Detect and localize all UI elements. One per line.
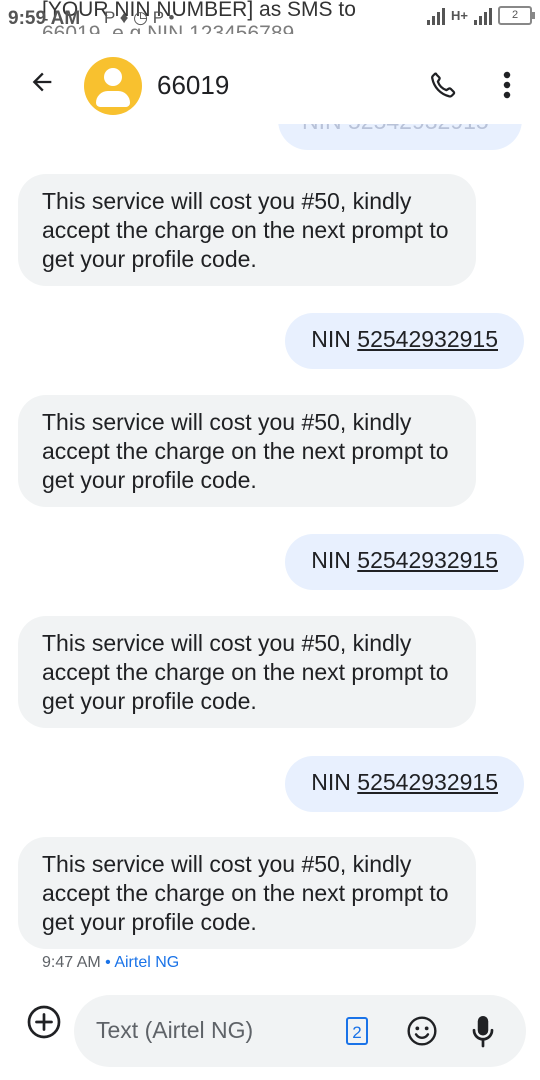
message-meta: 9:47 AM • Airtel NG bbox=[42, 954, 179, 972]
message-input[interactable]: Text (Airtel NG) 2 bbox=[74, 995, 526, 1067]
message-prefix: NIN bbox=[311, 769, 358, 795]
carrier-label: Airtel NG bbox=[114, 954, 180, 971]
back-arrow-icon[interactable] bbox=[28, 68, 56, 96]
more-vert-icon[interactable] bbox=[500, 70, 514, 100]
outgoing-message[interactable]: NIN 52542932915 bbox=[285, 756, 524, 812]
message-time: 9:47 AM bbox=[42, 954, 101, 971]
status-notification-icons: P ♦ ◷ P • bbox=[104, 8, 175, 27]
incoming-message[interactable]: This service will cost you #50, kindly a… bbox=[18, 837, 476, 949]
signal-icon-2 bbox=[474, 7, 492, 25]
message-prefix: NIN bbox=[311, 326, 358, 352]
add-attachment-icon[interactable] bbox=[26, 1004, 62, 1040]
signal-icon bbox=[427, 7, 446, 25]
status-right-group: H+ 2 bbox=[427, 6, 535, 25]
message-text: This service will cost you #50, kindly a… bbox=[42, 851, 449, 935]
microphone-icon[interactable] bbox=[470, 1013, 496, 1049]
incoming-message[interactable]: This service will cost you #50, kindly a… bbox=[18, 395, 476, 507]
meta-separator: • bbox=[100, 954, 115, 971]
emoji-icon[interactable] bbox=[406, 1015, 438, 1047]
outgoing-message[interactable]: NIN 52542932915 bbox=[285, 313, 524, 369]
compose-bar: Text (Airtel NG) 2 bbox=[0, 990, 540, 1080]
nin-number-link[interactable]: 52542932915 bbox=[357, 326, 498, 352]
message-text: This service will cost you #50, kindly a… bbox=[42, 630, 449, 714]
message-text: This service will cost you #50, kindly a… bbox=[42, 409, 449, 493]
status-time: 9:59 AM bbox=[8, 8, 81, 29]
battery-icon: 2 bbox=[498, 6, 535, 25]
avatar-person-head bbox=[104, 68, 122, 86]
contact-name[interactable]: 66019 bbox=[157, 70, 229, 101]
message-text: This service will cost you #50, kindly a… bbox=[42, 188, 449, 272]
sim-selector-icon[interactable]: 2 bbox=[346, 1017, 368, 1045]
network-type-label: H+ bbox=[451, 8, 468, 23]
incoming-message[interactable]: This service will cost you #50, kindly a… bbox=[18, 616, 476, 728]
message-input-placeholder: Text (Airtel NG) bbox=[96, 1017, 254, 1043]
nin-number-link[interactable]: 52542932915 bbox=[357, 769, 498, 795]
outgoing-message[interactable]: NIN 52542932915 bbox=[285, 534, 524, 590]
avatar[interactable] bbox=[84, 57, 142, 115]
incoming-message[interactable]: This service will cost you #50, kindly a… bbox=[18, 174, 476, 286]
phone-icon[interactable] bbox=[428, 70, 458, 100]
message-prefix: NIN bbox=[311, 547, 358, 573]
nin-number-link[interactable]: 52542932915 bbox=[357, 547, 498, 573]
conversation-header: 66019 bbox=[0, 44, 540, 124]
avatar-person-body bbox=[96, 91, 130, 107]
